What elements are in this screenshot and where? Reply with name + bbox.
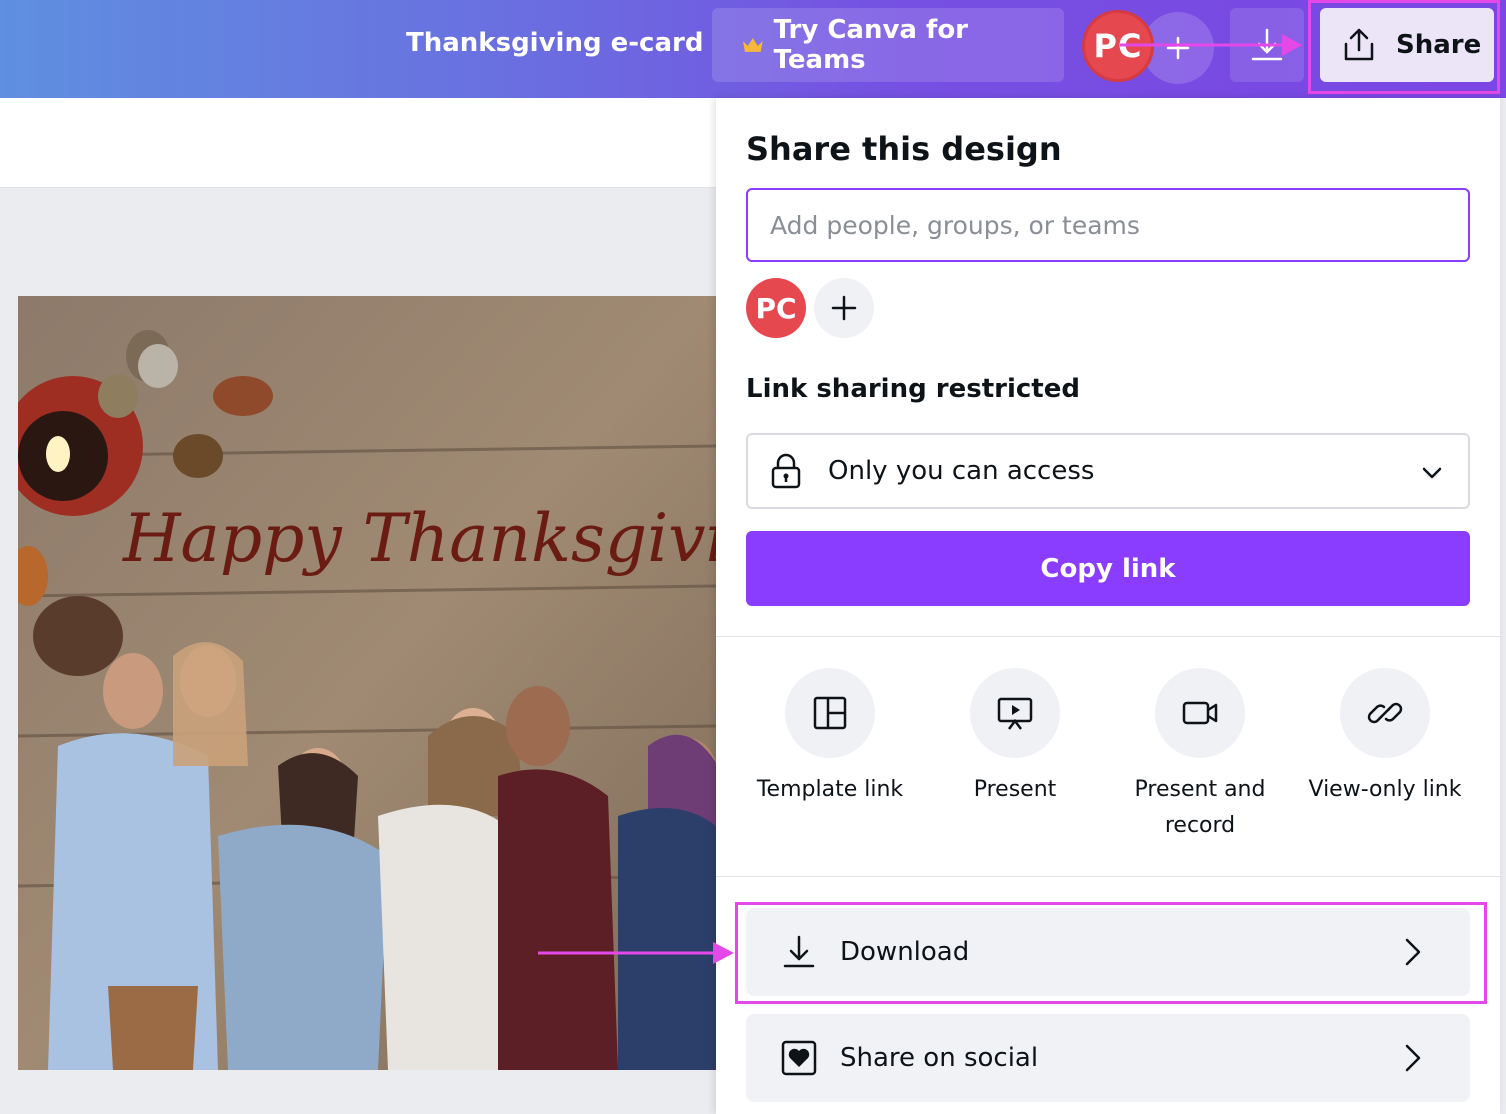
access-level-dropdown[interactable]: Only you can access — [746, 433, 1470, 509]
camera-icon — [1182, 701, 1218, 725]
template-link-circle — [785, 668, 875, 758]
lock-icon — [771, 453, 801, 489]
present-option[interactable]: Present — [923, 668, 1107, 808]
present-and-record-option[interactable]: Present and record — [1108, 668, 1292, 844]
card-greeting-text: Happy Thanksgiving — [122, 500, 716, 577]
chevron-right-icon — [1405, 1044, 1421, 1072]
arrow-icon — [1120, 34, 1302, 56]
add-person-button[interactable] — [814, 278, 874, 338]
divider — [716, 636, 1500, 637]
crown-icon — [742, 38, 763, 52]
panel-title: Share this design — [746, 130, 1062, 168]
divider — [716, 876, 1500, 877]
copy-link-button[interactable]: Copy link — [746, 531, 1470, 606]
download-highlight-box — [735, 902, 1487, 1004]
view-only-link-option[interactable]: View-only link — [1293, 668, 1477, 808]
share-on-social-label: Share on social — [840, 1043, 1039, 1073]
try-canva-teams-button[interactable]: Try Canva for Teams — [712, 8, 1064, 82]
template-icon — [813, 696, 847, 730]
share-options: Template link Present Present and record — [716, 668, 1500, 848]
try-canva-teams-label: Try Canva for Teams — [773, 15, 969, 75]
chevron-down-icon — [1422, 467, 1442, 479]
share-on-social-button[interactable]: Share on social — [746, 1014, 1470, 1102]
template-link-label: Template link — [756, 777, 904, 802]
link-icon — [1367, 702, 1403, 724]
editor-toolbar — [0, 98, 716, 188]
plus-icon — [831, 295, 857, 321]
heart-icon — [781, 1040, 817, 1076]
present-and-record-label: Present and record — [1134, 777, 1266, 838]
member-avatar[interactable]: PC — [746, 278, 806, 338]
people-search-input[interactable] — [746, 188, 1470, 262]
present-icon — [997, 697, 1033, 730]
template-link-option[interactable]: Template link — [738, 668, 922, 808]
share-highlight-box — [1308, 0, 1500, 94]
present-and-record-circle — [1155, 668, 1245, 758]
link-sharing-label: Link sharing restricted — [746, 374, 1080, 404]
view-only-link-circle — [1340, 668, 1430, 758]
view-only-link-label: View-only link — [1308, 777, 1462, 802]
present-label: Present — [973, 777, 1057, 802]
arrow-icon — [538, 942, 734, 964]
document-title[interactable]: Thanksgiving e-card — [406, 28, 703, 58]
present-circle — [970, 668, 1060, 758]
access-level-value: Only you can access — [828, 456, 1095, 486]
